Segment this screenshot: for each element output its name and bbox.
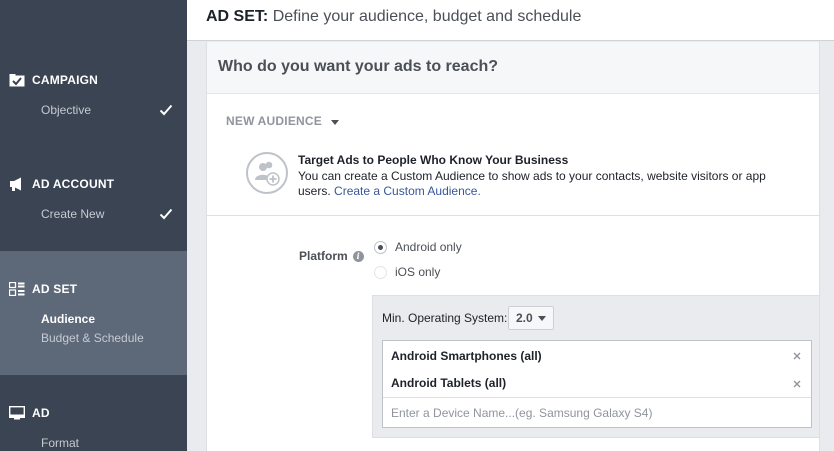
platform-label-text: Platform [299, 249, 348, 263]
sidebar-section-title: AD SET [32, 282, 78, 296]
device-token: Android Smartphones (all) [391, 349, 542, 363]
audience-dropdown-label: NEW AUDIENCE [226, 114, 322, 128]
chevron-down-icon [537, 315, 546, 321]
radio-android-only[interactable]: Android only [374, 240, 462, 254]
min-os-select[interactable]: 2.0 [508, 306, 554, 330]
device-token: Android Tablets (all) [391, 376, 507, 390]
radio-label: iOS only [395, 265, 441, 279]
sidebar-section-campaign[interactable]: CAMPAIGN [8, 73, 98, 87]
divider [207, 215, 819, 216]
close-icon[interactable] [792, 379, 802, 389]
radio-label: Android only [395, 240, 462, 254]
create-custom-audience-link[interactable]: Create a Custom Audience. [334, 184, 481, 198]
sidebar-item-budget-schedule[interactable]: Budget & Schedule [41, 331, 144, 345]
sidebar-section-title: CAMPAIGN [32, 73, 99, 87]
close-icon[interactable] [792, 351, 802, 361]
checkmark-icon [159, 104, 173, 116]
min-os-label: Min. Operating System: [382, 311, 508, 325]
panel-header: Who do you want your ads to reach? [207, 42, 819, 94]
audience-panel: Who do you want your ads to reach? NEW A… [206, 42, 820, 451]
info-icon[interactable]: i [352, 250, 364, 262]
page-title-prefix: AD SET: [206, 8, 269, 25]
sidebar-section-ad[interactable]: AD [8, 406, 50, 420]
sidebar-section-ad-set[interactable]: AD SET [8, 282, 77, 296]
sidebar-section-ad-account[interactable]: AD ACCOUNT [8, 177, 114, 191]
sidebar: CAMPAIGN Objective AD ACCOUNT Create New… [0, 0, 187, 451]
megaphone-icon [8, 177, 25, 191]
sidebar-section-title: AD [32, 406, 50, 420]
checkmark-icon [159, 208, 173, 220]
sidebar-item-objective[interactable]: Objective [41, 103, 91, 117]
header-bar: AD SET: Define your audience, budget and… [187, 0, 834, 41]
grid-icon [8, 282, 25, 296]
device-token-list: Android Smartphones (all) Android Tablet… [382, 340, 812, 428]
sidebar-section-title: AD ACCOUNT [32, 177, 115, 191]
page-title: AD SET: Define your audience, budget and… [206, 8, 581, 26]
monitor-icon [8, 406, 25, 420]
android-options-box: Min. Operating System: 2.0 Android Smart… [372, 295, 820, 438]
page-title-text: Define your audience, budget and schedul… [272, 8, 582, 25]
chevron-down-icon [330, 119, 339, 125]
radio-ios-only[interactable]: iOS only [374, 265, 440, 279]
sidebar-item-format[interactable]: Format [41, 436, 79, 450]
sidebar-item-audience[interactable]: Audience [41, 312, 95, 326]
platform-label: Platform i [299, 249, 364, 263]
custom-audience-title: Target Ads to People Who Know Your Busin… [298, 153, 569, 167]
device-name-input[interactable] [383, 397, 811, 427]
radio-button-selected[interactable] [374, 240, 387, 254]
custom-audience-description: You can create a Custom Audience to show… [298, 169, 778, 199]
sidebar-item-create-new[interactable]: Create New [41, 207, 104, 221]
audience-dropdown[interactable]: NEW AUDIENCE [226, 114, 339, 128]
min-os-value: 2.0 [516, 311, 533, 325]
panel-title: Who do you want your ads to reach? [218, 58, 499, 75]
radio-button[interactable] [374, 265, 387, 279]
flag-check-icon [8, 73, 25, 87]
people-add-icon [246, 152, 288, 194]
